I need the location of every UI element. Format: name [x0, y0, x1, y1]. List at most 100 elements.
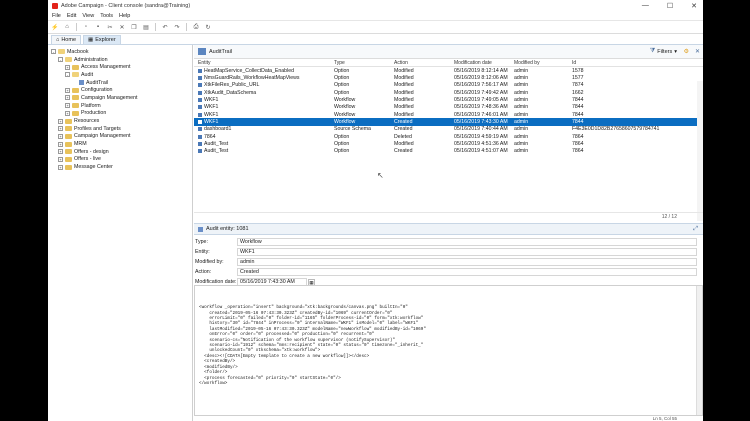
grid-scrollbar[interactable]: [697, 81, 703, 221]
menu-tools[interactable]: Tools: [100, 13, 113, 19]
tree-item[interactable]: + Configuration: [48, 86, 192, 94]
field-value[interactable]: Created: [237, 268, 697, 276]
expand-icon[interactable]: +: [65, 103, 70, 109]
menu-help[interactable]: Help: [119, 13, 130, 19]
cell-action: Modified: [394, 111, 414, 118]
tree-item[interactable]: + Offers - design: [48, 148, 192, 156]
copy-icon[interactable]: ❐: [130, 23, 138, 31]
cell-action: Modified: [394, 141, 414, 148]
gear-icon[interactable]: ⚙: [684, 48, 689, 55]
cut-icon[interactable]: ✂: [106, 23, 114, 31]
column-modified-by[interactable]: Modified by: [514, 60, 572, 66]
tree-item-label: Resources: [74, 118, 100, 125]
cell-type: Option: [334, 82, 350, 89]
tree-item[interactable]: + Campaign Management: [48, 133, 192, 141]
column-action[interactable]: Action: [394, 60, 454, 66]
expand-icon[interactable]: +: [65, 95, 70, 101]
table-row[interactable]: HeatMapService_CollectData_Enabled Option…: [194, 67, 703, 74]
save-icon[interactable]: ▪: [94, 23, 102, 31]
expand-icon[interactable]: +: [58, 149, 63, 155]
refresh-icon[interactable]: ↻: [204, 23, 212, 31]
print-icon[interactable]: ⎙: [192, 23, 200, 31]
redo-icon[interactable]: ↷: [173, 23, 181, 31]
filters-button[interactable]: ⧩ Filters ▾: [650, 48, 677, 55]
menu-file[interactable]: File: [52, 13, 61, 19]
maximize-icon[interactable]: ☐: [667, 2, 673, 10]
table-row[interactable]: XtkAudit_DataSchema Option Modified 05/16/2…: [194, 89, 703, 96]
chevron-down-icon: ▾: [674, 48, 677, 55]
tree-item[interactable]: - Administration: [48, 56, 192, 64]
undo-icon[interactable]: ↶: [161, 23, 169, 31]
tree-item[interactable]: + Offers - live: [48, 156, 192, 164]
field-value[interactable]: WKF1: [237, 248, 697, 256]
delete-icon[interactable]: ✕: [118, 23, 126, 31]
table-row[interactable]: XtkFileRes_Public_URL Option Modified 05/16…: [194, 82, 703, 89]
cell-id: 7844: [572, 104, 584, 111]
table-row[interactable]: WKF1 Workflow Created 05/16/2019 7:43:30 AM…: [194, 118, 703, 126]
column-entity[interactable]: Entity: [194, 60, 334, 66]
expand-icon[interactable]: ⤢: [693, 226, 698, 233]
cell-entity: WKF1: [194, 97, 334, 103]
collapse-icon[interactable]: -: [65, 72, 70, 78]
collapse-icon[interactable]: -: [58, 57, 63, 63]
expand-icon[interactable]: +: [58, 141, 63, 147]
expand-icon[interactable]: +: [65, 64, 70, 70]
table-row[interactable]: Audit_Test Option Modified 05/16/2019 4:51:…: [194, 140, 703, 147]
table-row[interactable]: WKF1 Workflow Modified 05/16/2019 7:48:36 A…: [194, 104, 703, 111]
expand-icon[interactable]: +: [58, 164, 63, 170]
column-type[interactable]: Type: [334, 60, 394, 66]
tree-item[interactable]: - Audit: [48, 71, 192, 79]
field-value[interactable]: admin: [237, 258, 697, 266]
column-modification-date[interactable]: Modification date: [454, 60, 514, 66]
column-id[interactable]: Id: [572, 60, 692, 66]
cell-date: 05/16/2019 7:43:30 AM: [454, 119, 508, 126]
menu-edit[interactable]: Edit: [67, 13, 76, 19]
table-row[interactable]: NmsGuardRails_WorkflowHeatMapViews Option…: [194, 74, 703, 81]
tree-item[interactable]: + Platform: [48, 102, 192, 110]
collapse-icon[interactable]: -: [51, 49, 56, 55]
cell-modified-by: admin: [514, 97, 529, 104]
tree-item-label: Campaign Management: [81, 94, 138, 101]
field-value[interactable]: Workflow: [237, 238, 697, 246]
tree-item[interactable]: AuditTrail: [48, 79, 192, 87]
tree-item[interactable]: + Production: [48, 110, 192, 118]
tree-item-label: AuditTrail: [86, 79, 109, 86]
tab-explorer[interactable]: ▦ Explorer: [83, 35, 121, 44]
connect-icon[interactable]: ⚡: [51, 23, 59, 31]
xml-content[interactable]: <workflow _operation="insert" background…: [194, 285, 703, 416]
tree-item[interactable]: + Access Management: [48, 63, 192, 71]
tree-item[interactable]: + Resources: [48, 117, 192, 125]
tree-item[interactable]: + MRM: [48, 140, 192, 148]
expand-icon[interactable]: +: [58, 126, 63, 132]
table-row[interactable]: dashboard1 Source Schema Created 05/16/2019…: [194, 126, 703, 133]
tree-item[interactable]: + Message Center: [48, 163, 192, 171]
minimize-icon[interactable]: —: [642, 2, 649, 10]
tab-home[interactable]: ⌂ Home: [51, 35, 81, 44]
home-icon[interactable]: ⌂: [63, 23, 71, 31]
expand-icon[interactable]: +: [58, 118, 63, 124]
table-row[interactable]: 7864 Option Deleted 05/16/2019 4:59:19 AM ad…: [194, 133, 703, 140]
menu-view[interactable]: View: [82, 13, 94, 19]
xml-scrollbar[interactable]: [696, 286, 702, 415]
table-row[interactable]: WKF1 Workflow Modified 05/16/2019 7:46:01 A…: [194, 111, 703, 118]
entity-icon: [198, 90, 202, 95]
close-icon[interactable]: ✕: [691, 2, 697, 10]
expand-icon[interactable]: +: [65, 87, 70, 93]
expand-icon[interactable]: +: [58, 133, 63, 139]
cell-entity: XtkAudit_DataSchema: [194, 90, 334, 96]
table-row[interactable]: Audit_Test Option Created 05/16/2019 4:51:0…: [194, 148, 703, 155]
expand-icon[interactable]: +: [58, 156, 63, 162]
toolbar-divider: [76, 23, 77, 31]
tree-item[interactable]: + Campaign Management: [48, 94, 192, 102]
table-row[interactable]: WKF1 Workflow Modified 05/16/2019 7:49:05 A…: [194, 96, 703, 103]
tree-item[interactable]: + Profiles and Targets: [48, 125, 192, 133]
form-row: Entity: WKF1: [194, 247, 703, 257]
new-icon[interactable]: ▫: [82, 23, 90, 31]
cell-entity: Audit_Test: [194, 148, 334, 154]
explorer-icon: ▦: [88, 37, 94, 43]
configure-list-icon[interactable]: ✕: [695, 48, 700, 55]
paste-icon[interactable]: ▤: [142, 23, 150, 31]
tree-item[interactable]: - Macbook: [48, 48, 192, 56]
expand-icon[interactable]: +: [65, 110, 70, 116]
cell-modified-by: admin: [514, 148, 529, 155]
